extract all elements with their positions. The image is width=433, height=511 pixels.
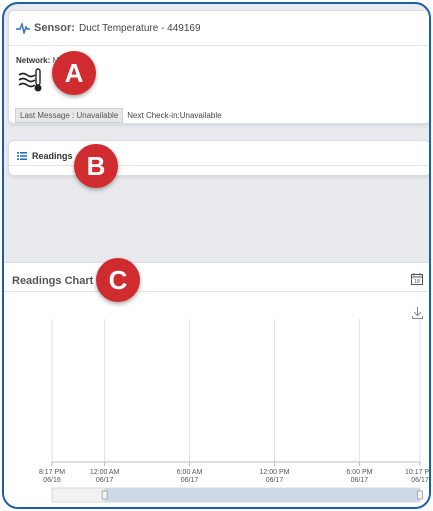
readings-header[interactable]: Readings: [17, 151, 73, 161]
x-tick-label: 6:00 PM: [346, 469, 372, 476]
readings-card[interactable]: Readings: [8, 140, 429, 176]
last-message-badge: Last Message : Unavailable: [15, 108, 124, 123]
pulse-icon: [16, 22, 30, 34]
readings-title: Readings: [32, 151, 73, 161]
thermometer-icon: [18, 68, 42, 92]
callout-marker-a: A: [52, 51, 96, 95]
sensor-name: Duct Temperature - 449169: [78, 22, 201, 34]
x-tick-label: 12:00 AM: [90, 469, 120, 476]
status-row: Last Message : Unavailable Next Check-in…: [15, 108, 222, 123]
callout-marker-b: B: [74, 144, 118, 188]
app-frame: Sensor: Duct Temperature - 449169 Networ…: [2, 2, 431, 509]
navigator-handle[interactable]: [417, 490, 423, 500]
network-label: Network:: [16, 56, 51, 65]
navigator-range: [104, 488, 420, 502]
divider: [9, 45, 429, 46]
readings-chart: 8:17 PM06/1612:00 AM06/176:00 AM06/1712:…: [39, 319, 429, 503]
callout-marker-c: C: [96, 258, 140, 302]
next-checkin-text: Next Check-in:Unavailable: [127, 111, 222, 120]
x-tick-label: 6:00 AM: [177, 469, 203, 476]
divider: [9, 165, 429, 166]
sensor-label: Sensor:: [34, 22, 75, 34]
x-tick-label: 12:00 PM: [260, 469, 290, 476]
x-tick-date: 06/17: [411, 477, 429, 484]
navigator-handle[interactable]: [101, 490, 108, 500]
x-tick-label: 8:17 PM: [39, 469, 65, 476]
x-tick-date: 06/17: [96, 477, 114, 484]
sensor-header: Sensor: Duct Temperature - 449169: [16, 22, 201, 34]
x-tick-label: 10:17 PM: [405, 469, 429, 476]
list-icon: [17, 152, 27, 160]
x-tick-date: 06/17: [266, 477, 284, 484]
x-tick-date: 06/16: [43, 477, 61, 484]
readings-chart-card: Readings Chart 18 8:17 PM 06/16 12:00 AM 06…: [4, 262, 429, 507]
x-tick-date: 06/17: [351, 477, 369, 484]
x-tick-date: 06/17: [181, 477, 199, 484]
